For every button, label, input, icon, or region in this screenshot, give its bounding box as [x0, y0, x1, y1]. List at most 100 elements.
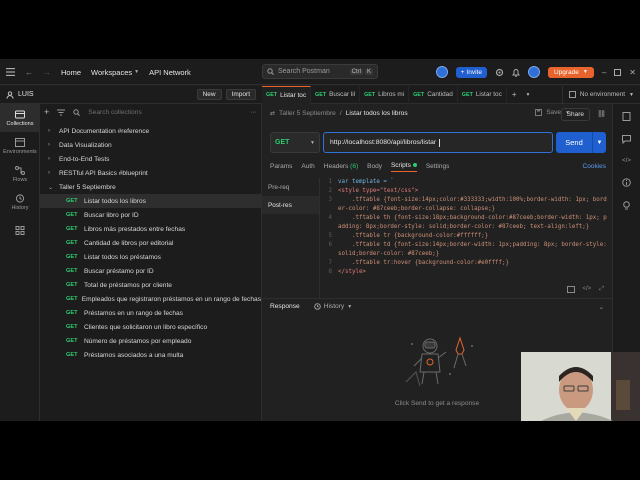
rail-apps[interactable] [0, 216, 40, 244]
workspace-name[interactable]: LUIS [18, 91, 34, 98]
lightbulb-icon[interactable] [622, 201, 631, 210]
request-tab[interactable]: GET Cantidad [409, 85, 458, 104]
avatar[interactable] [435, 66, 448, 78]
chevron-down-icon[interactable]: ▼ [592, 132, 606, 153]
script-pre-request[interactable]: Pre-req [262, 178, 319, 196]
request-tab[interactable]: GET Listar toc [262, 85, 312, 104]
collection-item[interactable]: › RESTful API Basics #blueprint [40, 166, 261, 180]
method-select[interactable]: GET ▼ [270, 132, 320, 153]
share-button[interactable]: Share [560, 108, 590, 121]
bell-icon[interactable] [512, 68, 520, 77]
nav-api-network[interactable]: API Network [149, 68, 191, 77]
request-item[interactable]: GET Clientes que solicitaron un libro esp… [40, 320, 261, 334]
url-input[interactable]: http://localhost:8080/api/libros/listar [323, 132, 553, 153]
script-editor[interactable]: 1 var template = ` 2 <style type="text/css"… [322, 178, 608, 298]
shortcut-k: K [364, 68, 373, 75]
request-item[interactable]: GET Listar todos los préstamos [40, 250, 261, 264]
line-number: 4 [328, 215, 333, 221]
code-line: 8 </style> [322, 268, 608, 277]
link-icon[interactable]: ⛓ [597, 110, 606, 118]
request-tab[interactable]: GET Buscar lil [311, 85, 361, 104]
filter-icon[interactable] [57, 109, 66, 116]
invite-button[interactable]: + Invite [455, 66, 487, 78]
breadcrumb-parent[interactable]: Taller 5 Septiembre [279, 110, 336, 117]
request-label: Cantidad de libros por editorial [84, 239, 174, 247]
info-icon[interactable] [622, 178, 631, 187]
more-icon[interactable]: ··· [250, 109, 257, 116]
rail-history[interactable]: History [0, 188, 40, 216]
environment-selector[interactable]: No environment ▼ [561, 85, 640, 104]
add-icon[interactable]: + [44, 107, 49, 117]
save-button[interactable]: Save [546, 109, 561, 116]
nav-workspaces[interactable]: Workspaces ▼ [91, 68, 139, 77]
add-tab-icon[interactable]: + [507, 90, 522, 99]
tab-scripts[interactable]: Scripts [390, 162, 417, 172]
editor-tools: </> ⤢ [566, 286, 604, 293]
profile-avatar[interactable] [527, 66, 540, 78]
collection-item-open[interactable]: ⌄ Taller 5 Septiembre [40, 180, 261, 194]
maximize-icon[interactable] [614, 68, 622, 76]
tab-history[interactable]: History ▼ [313, 303, 352, 310]
request-item[interactable]: GET Préstamos en un rango de fechas [40, 306, 261, 320]
upgrade-button[interactable]: Upgrade ▼ [547, 66, 594, 78]
method-badge: GET [66, 226, 78, 232]
send-button[interactable]: Send ▼ [556, 132, 606, 153]
new-button[interactable]: New [196, 89, 222, 100]
request-item[interactable]: GET Total de préstamos por cliente [40, 278, 261, 292]
minimize-icon[interactable]: – [602, 68, 606, 77]
script-post-response[interactable]: Post-res [262, 196, 319, 214]
tab-body[interactable]: Body [367, 163, 382, 170]
code-icon[interactable]: </> [583, 286, 592, 293]
forward-arrow-icon[interactable]: → [43, 68, 51, 77]
settings-icon[interactable] [495, 68, 504, 77]
collection-item[interactable]: › Data Visualization [40, 138, 261, 152]
invite-label: Invite [466, 68, 482, 76]
request-item[interactable]: GET Cantidad de libros por editorial [40, 236, 261, 250]
search-shortcut: Ctrl K [349, 68, 373, 75]
rail-environments[interactable]: Environments [0, 132, 40, 160]
chevron-down-icon[interactable]: ▼ [521, 92, 534, 98]
flows-icon [15, 165, 25, 175]
request-label: Número de préstamos por empleado [84, 337, 192, 345]
import-button[interactable]: Import [225, 89, 256, 100]
expand-icon[interactable]: ⤢ [599, 286, 604, 293]
close-icon[interactable]: ✕ [629, 68, 636, 77]
request-item[interactable]: GET Préstamos asociados a una multa [40, 348, 261, 362]
code-icon[interactable]: </> [622, 158, 631, 164]
request-item[interactable]: GET Empleados que registraron préstamos e… [40, 292, 261, 306]
tab-params[interactable]: Params [270, 163, 292, 170]
breadcrumb-current[interactable]: Listar todos los libros [346, 110, 408, 117]
status-dot [412, 162, 417, 167]
menu-icon[interactable] [6, 68, 15, 76]
rail-flows[interactable]: Flows [0, 160, 40, 188]
collection-item[interactable]: › API Documentation #reference [40, 124, 261, 138]
tab-label: Libros mi [378, 91, 405, 98]
snippets-icon[interactable] [566, 286, 575, 293]
line-text: .tftable tr {background-color:#ffffff;} [338, 233, 489, 239]
more-icon[interactable]: ⌄ [598, 303, 604, 311]
collection-item[interactable]: › End-to-End Tests [40, 152, 261, 166]
global-search[interactable]: Search Postman Ctrl K [262, 64, 378, 79]
collections-search-input[interactable]: Search collections [88, 109, 242, 116]
text-cursor [439, 138, 441, 147]
documentation-icon[interactable] [622, 112, 631, 121]
line-number: 5 [328, 233, 333, 239]
tab-settings[interactable]: Settings [426, 163, 450, 170]
tab-headers[interactable]: Headers (6) [324, 163, 358, 170]
request-item[interactable]: GET Libros más prestados entre fechas [40, 222, 261, 236]
history-icon [313, 303, 321, 310]
code-line: 4 .tftable th {font-size:18px;background… [322, 214, 608, 232]
rail-collections[interactable]: Collections [0, 104, 40, 132]
tab-response[interactable]: Response [270, 303, 300, 310]
cookies-link[interactable]: Cookies [583, 163, 606, 170]
request-item[interactable]: GET Número de préstamos por empleado [40, 334, 261, 348]
request-item[interactable]: GET Buscar libro por ID [40, 208, 261, 222]
back-arrow-icon[interactable]: ← [25, 68, 33, 77]
nav-home[interactable]: Home [61, 68, 81, 77]
request-item[interactable]: GET Listar todos los libros [40, 194, 261, 208]
tab-auth[interactable]: Auth [301, 163, 314, 170]
request-tab[interactable]: GET Listar toc [458, 85, 507, 104]
comments-icon[interactable] [622, 135, 631, 144]
request-tab[interactable]: GET Libros mi [360, 85, 410, 104]
request-item[interactable]: GET Buscar préstamo por ID [40, 264, 261, 278]
